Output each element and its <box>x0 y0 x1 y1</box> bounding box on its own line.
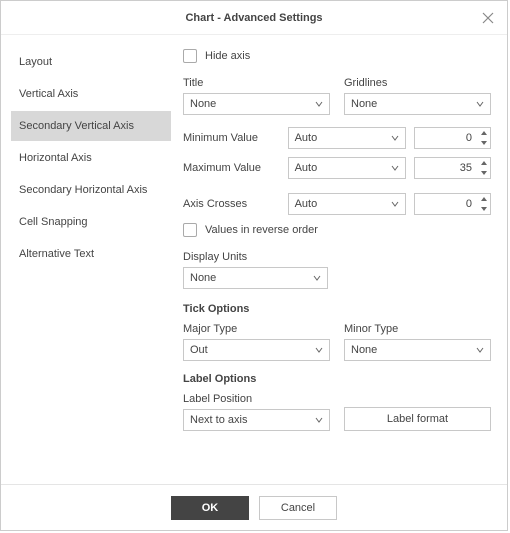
dialog: Chart - Advanced Settings Layout Vertica… <box>0 0 508 531</box>
reverse-order-label: Values in reverse order <box>205 224 318 236</box>
major-type-select[interactable]: Out <box>183 339 330 361</box>
max-value-mode-select[interactable]: Auto <box>288 157 406 179</box>
axis-crosses-value: 0 <box>415 198 478 210</box>
spinner-up-icon[interactable] <box>478 128 490 138</box>
reverse-order-row: Values in reverse order <box>183 223 491 237</box>
chevron-down-icon <box>315 416 323 424</box>
sidebar-item-label: Horizontal Axis <box>19 152 92 164</box>
close-icon[interactable] <box>479 9 497 27</box>
dialog-footer: OK Cancel <box>1 484 507 530</box>
display-units-select[interactable]: None <box>183 267 328 289</box>
min-value-label: Minimum Value <box>183 132 280 144</box>
max-value-spinner[interactable]: 35 <box>414 157 491 179</box>
hide-axis-checkbox-row: Hide axis <box>183 49 491 63</box>
sidebar-item-label: Secondary Vertical Axis <box>19 120 134 132</box>
gridlines-label: Gridlines <box>344 77 491 89</box>
label-options-heading: Label Options <box>183 373 491 385</box>
min-value-spinner[interactable]: 0 <box>414 127 491 149</box>
reverse-order-checkbox[interactable] <box>183 223 197 237</box>
title-label: Title <box>183 77 330 89</box>
title-select-value: None <box>190 98 216 110</box>
sidebar: Layout Vertical Axis Secondary Vertical … <box>1 35 171 484</box>
sidebar-item-label: Vertical Axis <box>19 88 78 100</box>
label-format-button[interactable]: Label format <box>344 407 491 431</box>
cancel-button[interactable]: Cancel <box>259 496 337 520</box>
display-units-value: None <box>190 272 216 284</box>
chevron-down-icon <box>476 100 484 108</box>
axis-crosses-mode: Auto <box>295 198 318 210</box>
min-value: 0 <box>415 132 478 144</box>
ok-button-text: OK <box>202 502 219 514</box>
min-value-mode: Auto <box>295 132 318 144</box>
sidebar-item-label: Secondary Horizontal Axis <box>19 184 147 196</box>
axis-crosses-mode-select[interactable]: Auto <box>288 193 406 215</box>
gridlines-select-value: None <box>351 98 377 110</box>
chevron-down-icon <box>315 346 323 354</box>
title-select[interactable]: None <box>183 93 330 115</box>
sidebar-item-vertical-axis[interactable]: Vertical Axis <box>11 79 171 109</box>
label-position-label: Label Position <box>183 393 330 405</box>
spinner-up-icon[interactable] <box>478 158 490 168</box>
hide-axis-checkbox[interactable] <box>183 49 197 63</box>
dialog-title: Chart - Advanced Settings <box>185 12 322 24</box>
minor-type-select[interactable]: None <box>344 339 491 361</box>
ok-button[interactable]: OK <box>171 496 249 520</box>
chevron-down-icon <box>315 100 323 108</box>
max-value-label: Maximum Value <box>183 162 280 174</box>
chevron-down-icon <box>391 134 399 142</box>
chevron-down-icon <box>391 164 399 172</box>
sidebar-item-secondary-vertical-axis[interactable]: Secondary Vertical Axis <box>11 111 171 141</box>
max-value: 35 <box>415 162 478 174</box>
tick-options-heading: Tick Options <box>183 303 491 315</box>
axis-crosses-spinner[interactable]: 0 <box>414 193 491 215</box>
display-units-label: Display Units <box>183 251 491 263</box>
label-position-select[interactable]: Next to axis <box>183 409 330 431</box>
content-pane: Hide axis Title None Gridlines None <box>171 35 507 484</box>
chevron-down-icon <box>476 346 484 354</box>
label-format-button-text: Label format <box>387 413 448 425</box>
major-type-label: Major Type <box>183 323 330 335</box>
cancel-button-text: Cancel <box>281 502 315 514</box>
min-value-mode-select[interactable]: Auto <box>288 127 406 149</box>
sidebar-item-layout[interactable]: Layout <box>11 47 171 77</box>
sidebar-item-secondary-horizontal-axis[interactable]: Secondary Horizontal Axis <box>11 175 171 205</box>
chevron-down-icon <box>391 200 399 208</box>
sidebar-item-label: Cell Snapping <box>19 216 88 228</box>
sidebar-item-horizontal-axis[interactable]: Horizontal Axis <box>11 143 171 173</box>
gridlines-select[interactable]: None <box>344 93 491 115</box>
spinner-down-icon[interactable] <box>478 168 490 178</box>
sidebar-item-label: Layout <box>19 56 52 68</box>
dialog-body: Layout Vertical Axis Secondary Vertical … <box>1 35 507 484</box>
major-type-value: Out <box>190 344 208 356</box>
spinner-up-icon[interactable] <box>478 194 490 204</box>
sidebar-item-alternative-text[interactable]: Alternative Text <box>11 239 171 269</box>
sidebar-item-label: Alternative Text <box>19 248 94 260</box>
spinner-down-icon[interactable] <box>478 204 490 214</box>
minor-type-value: None <box>351 344 377 356</box>
chevron-down-icon <box>313 274 321 282</box>
max-value-mode: Auto <box>295 162 318 174</box>
label-position-value: Next to axis <box>190 414 247 426</box>
hide-axis-label: Hide axis <box>205 50 250 62</box>
minor-type-label: Minor Type <box>344 323 491 335</box>
axis-crosses-label: Axis Crosses <box>183 198 280 210</box>
sidebar-item-cell-snapping[interactable]: Cell Snapping <box>11 207 171 237</box>
spinner-down-icon[interactable] <box>478 138 490 148</box>
titlebar: Chart - Advanced Settings <box>1 1 507 35</box>
